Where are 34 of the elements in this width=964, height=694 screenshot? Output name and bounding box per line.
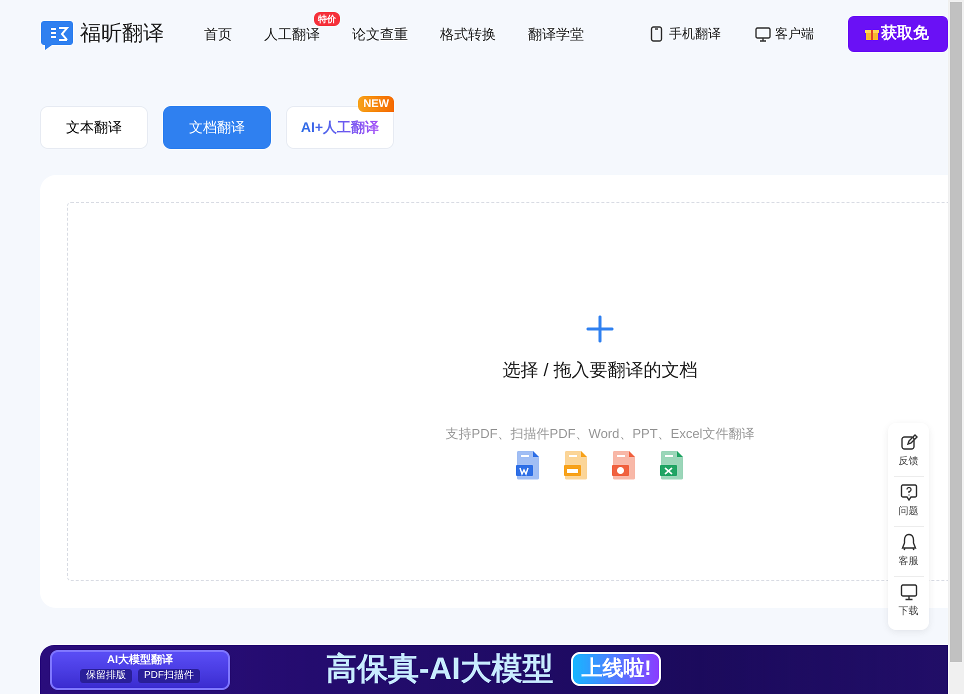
mode-tab[interactable]: 文档翻译	[163, 106, 271, 149]
header-link[interactable]: 客户端	[755, 24, 814, 44]
mode-tab[interactable]: AI+人工翻译	[286, 106, 394, 149]
scrollbar-thumb[interactable]	[950, 2, 962, 662]
monitor-icon	[900, 583, 918, 601]
nav-link[interactable]: 论文查重	[352, 26, 408, 42]
upload-title: 选择 / 拖入要翻译的文档	[502, 359, 698, 382]
new-badge: NEW	[358, 96, 394, 112]
launch-tag: 上线啦!	[571, 652, 662, 686]
feature-chip: PDF扫描件	[138, 669, 200, 683]
plus-icon	[586, 315, 614, 343]
nav-link[interactable]: 翻译学堂	[528, 26, 584, 42]
brand-name: 福昕翻译	[80, 21, 164, 48]
phone-icon	[649, 26, 665, 42]
side-tool-button[interactable]: 问题	[894, 477, 924, 527]
desktop-icon	[755, 26, 771, 42]
supported-formats-text: 支持PDF、扫描件PDF、Word、PPT、Excel文件翻译	[446, 425, 754, 443]
logo-icon	[40, 18, 74, 50]
sale-badge: 特价	[314, 12, 340, 26]
question-icon	[900, 483, 918, 501]
header-link[interactable]: 手机翻译	[649, 24, 721, 44]
nav-link[interactable]: 首页	[204, 26, 232, 42]
banner-headline: 高保真-AI大模型	[326, 650, 554, 688]
feature-card-title: AI大模型翻译	[107, 653, 173, 667]
gift-button[interactable]: 获取免	[848, 16, 948, 52]
mode-tab[interactable]: 文本翻译	[40, 106, 148, 149]
gift-icon	[865, 27, 879, 41]
nav-link[interactable]: 人工翻译	[264, 26, 320, 42]
side-tool-button[interactable]: 客服	[894, 527, 924, 577]
side-tool-button[interactable]: 反馈	[894, 427, 924, 477]
nav-link[interactable]: 格式转换	[440, 26, 496, 42]
feature-chip: 保留排版	[80, 669, 132, 683]
edit-icon	[900, 433, 918, 451]
promo-banner[interactable]: AI大模型翻译 保留排版 PDF扫描件 高保真-AI大模型 上线啦!	[40, 645, 948, 694]
